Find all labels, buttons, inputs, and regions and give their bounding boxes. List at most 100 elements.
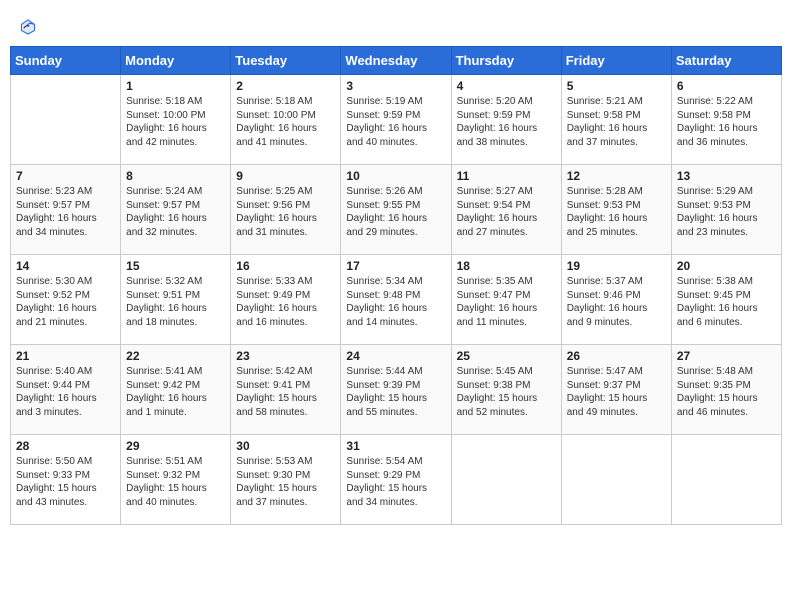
day-number: 14 — [16, 259, 115, 273]
day-number: 8 — [126, 169, 225, 183]
cell-content: Sunrise: 5:24 AM Sunset: 9:57 PM Dayligh… — [126, 185, 225, 239]
day-number: 31 — [346, 439, 445, 453]
calendar-cell: 15 Sunrise: 5:32 AM Sunset: 9:51 PM Dayli… — [121, 255, 231, 345]
cell-content: Sunrise: 5:25 AM Sunset: 9:56 PM Dayligh… — [236, 185, 335, 239]
week-row-1: 1 Sunrise: 5:18 AM Sunset: 10:00 PM Dayli… — [11, 75, 782, 165]
day-number: 9 — [236, 169, 335, 183]
calendar-cell: 24 Sunrise: 5:44 AM Sunset: 9:39 PM Dayli… — [341, 345, 451, 435]
week-row-4: 21 Sunrise: 5:40 AM Sunset: 9:44 PM Dayli… — [11, 345, 782, 435]
calendar-cell — [11, 75, 121, 165]
calendar-cell: 25 Sunrise: 5:45 AM Sunset: 9:38 PM Dayli… — [451, 345, 561, 435]
calendar-cell: 26 Sunrise: 5:47 AM Sunset: 9:37 PM Dayli… — [561, 345, 671, 435]
cell-content: Sunrise: 5:32 AM Sunset: 9:51 PM Dayligh… — [126, 275, 225, 329]
day-number: 4 — [457, 79, 556, 93]
calendar-cell: 12 Sunrise: 5:28 AM Sunset: 9:53 PM Dayli… — [561, 165, 671, 255]
day-number: 29 — [126, 439, 225, 453]
cell-content: Sunrise: 5:23 AM Sunset: 9:57 PM Dayligh… — [16, 185, 115, 239]
calendar-cell: 27 Sunrise: 5:48 AM Sunset: 9:35 PM Dayli… — [671, 345, 781, 435]
calendar-table: SundayMondayTuesdayWednesdayThursdayFrid… — [10, 46, 782, 525]
cell-content: Sunrise: 5:19 AM Sunset: 9:59 PM Dayligh… — [346, 95, 445, 149]
cell-content: Sunrise: 5:38 AM Sunset: 9:45 PM Dayligh… — [677, 275, 776, 329]
week-row-2: 7 Sunrise: 5:23 AM Sunset: 9:57 PM Daylig… — [11, 165, 782, 255]
week-row-3: 14 Sunrise: 5:30 AM Sunset: 9:52 PM Dayli… — [11, 255, 782, 345]
calendar-cell: 8 Sunrise: 5:24 AM Sunset: 9:57 PM Daylig… — [121, 165, 231, 255]
calendar-cell: 18Sunrise: 5:35 AM Sunset: 9:47 PM Dayli… — [451, 255, 561, 345]
calendar-cell: 7 Sunrise: 5:23 AM Sunset: 9:57 PM Daylig… — [11, 165, 121, 255]
day-number: 5 — [567, 79, 666, 93]
day-number: 12 — [567, 169, 666, 183]
day-number: 15 — [126, 259, 225, 273]
cell-content: Sunrise: 5:29 AM Sunset: 9:53 PM Dayligh… — [677, 185, 776, 239]
day-number: 28 — [16, 439, 115, 453]
day-number: 25 — [457, 349, 556, 363]
calendar-cell: 31 Sunrise: 5:54 AM Sunset: 9:29 PM Dayli… — [341, 435, 451, 525]
day-number: 17 — [346, 259, 445, 273]
cell-content: Sunrise: 5:51 AM Sunset: 9:32 PM Dayligh… — [126, 455, 225, 509]
day-number: 23 — [236, 349, 335, 363]
calendar-cell — [561, 435, 671, 525]
calendar-cell: 9 Sunrise: 5:25 AM Sunset: 9:56 PM Daylig… — [231, 165, 341, 255]
cell-content: Sunrise: 5:33 AM Sunset: 9:49 PM Dayligh… — [236, 275, 335, 329]
day-number: 7 — [16, 169, 115, 183]
calendar-cell — [451, 435, 561, 525]
calendar-cell: 19Sunrise: 5:37 AM Sunset: 9:46 PM Dayli… — [561, 255, 671, 345]
cell-content: Sunrise: 5:45 AM Sunset: 9:38 PM Dayligh… — [457, 365, 556, 419]
cell-content: Sunrise: 5:28 AM Sunset: 9:53 PM Dayligh… — [567, 185, 666, 239]
cell-content: Sunrise: 5:30 AM Sunset: 9:52 PM Dayligh… — [16, 275, 115, 329]
logo-icon — [18, 16, 38, 36]
day-number: 19 — [567, 259, 666, 273]
day-number: 3 — [346, 79, 445, 93]
day-number: 11 — [457, 169, 556, 183]
calendar-cell: 13 Sunrise: 5:29 AM Sunset: 9:53 PM Dayli… — [671, 165, 781, 255]
day-number: 27 — [677, 349, 776, 363]
cell-content: Sunrise: 5:48 AM Sunset: 9:35 PM Dayligh… — [677, 365, 776, 419]
calendar-cell: 21 Sunrise: 5:40 AM Sunset: 9:44 PM Dayli… — [11, 345, 121, 435]
day-number: 18 — [457, 259, 556, 273]
cell-content: Sunrise: 5:18 AM Sunset: 10:00 PM Daylig… — [236, 95, 335, 149]
cell-content: Sunrise: 5:50 AM Sunset: 9:33 PM Dayligh… — [16, 455, 115, 509]
calendar-cell: 6 Sunrise: 5:22 AM Sunset: 9:58 PM Daylig… — [671, 75, 781, 165]
cell-content: Sunrise: 5:47 AM Sunset: 9:37 PM Dayligh… — [567, 365, 666, 419]
cell-content: Sunrise: 5:40 AM Sunset: 9:44 PM Dayligh… — [16, 365, 115, 419]
calendar-cell: 29 Sunrise: 5:51 AM Sunset: 9:32 PM Dayli… — [121, 435, 231, 525]
calendar-cell: 5 Sunrise: 5:21 AM Sunset: 9:58 PM Daylig… — [561, 75, 671, 165]
calendar-cell: 2 Sunrise: 5:18 AM Sunset: 10:00 PM Dayli… — [231, 75, 341, 165]
day-number: 24 — [346, 349, 445, 363]
day-number: 1 — [126, 79, 225, 93]
cell-content: Sunrise: 5:42 AM Sunset: 9:41 PM Dayligh… — [236, 365, 335, 419]
calendar-cell: 17Sunrise: 5:34 AM Sunset: 9:48 PM Dayli… — [341, 255, 451, 345]
day-number: 13 — [677, 169, 776, 183]
day-header-friday: Friday — [561, 47, 671, 75]
calendar-cell: 23 Sunrise: 5:42 AM Sunset: 9:41 PM Dayli… — [231, 345, 341, 435]
days-header-row: SundayMondayTuesdayWednesdayThursdayFrid… — [11, 47, 782, 75]
cell-content: Sunrise: 5:26 AM Sunset: 9:55 PM Dayligh… — [346, 185, 445, 239]
day-header-saturday: Saturday — [671, 47, 781, 75]
cell-content: Sunrise: 5:22 AM Sunset: 9:58 PM Dayligh… — [677, 95, 776, 149]
cell-content: Sunrise: 5:44 AM Sunset: 9:39 PM Dayligh… — [346, 365, 445, 419]
day-header-sunday: Sunday — [11, 47, 121, 75]
calendar-cell: 11Sunrise: 5:27 AM Sunset: 9:54 PM Dayli… — [451, 165, 561, 255]
day-number: 20 — [677, 259, 776, 273]
day-number: 26 — [567, 349, 666, 363]
day-number: 30 — [236, 439, 335, 453]
day-number: 21 — [16, 349, 115, 363]
cell-content: Sunrise: 5:54 AM Sunset: 9:29 PM Dayligh… — [346, 455, 445, 509]
calendar-cell: 16 Sunrise: 5:33 AM Sunset: 9:49 PM Dayli… — [231, 255, 341, 345]
calendar-cell — [671, 435, 781, 525]
calendar-cell: 20 Sunrise: 5:38 AM Sunset: 9:45 PM Dayli… — [671, 255, 781, 345]
day-header-tuesday: Tuesday — [231, 47, 341, 75]
day-number: 22 — [126, 349, 225, 363]
day-number: 6 — [677, 79, 776, 93]
cell-content: Sunrise: 5:53 AM Sunset: 9:30 PM Dayligh… — [236, 455, 335, 509]
calendar-cell: 1Sunrise: 5:18 AM Sunset: 10:00 PM Dayli… — [121, 75, 231, 165]
day-number: 2 — [236, 79, 335, 93]
cell-content: Sunrise: 5:21 AM Sunset: 9:58 PM Dayligh… — [567, 95, 666, 149]
calendar-cell: 14 Sunrise: 5:30 AM Sunset: 9:52 PM Dayli… — [11, 255, 121, 345]
calendar-cell: 28 Sunrise: 5:50 AM Sunset: 9:33 PM Dayli… — [11, 435, 121, 525]
day-number: 16 — [236, 259, 335, 273]
calendar-cell: 30 Sunrise: 5:53 AM Sunset: 9:30 PM Dayli… — [231, 435, 341, 525]
day-header-thursday: Thursday — [451, 47, 561, 75]
day-header-wednesday: Wednesday — [341, 47, 451, 75]
calendar-cell: 22 Sunrise: 5:41 AM Sunset: 9:42 PM Dayli… — [121, 345, 231, 435]
cell-content: Sunrise: 5:41 AM Sunset: 9:42 PM Dayligh… — [126, 365, 225, 419]
